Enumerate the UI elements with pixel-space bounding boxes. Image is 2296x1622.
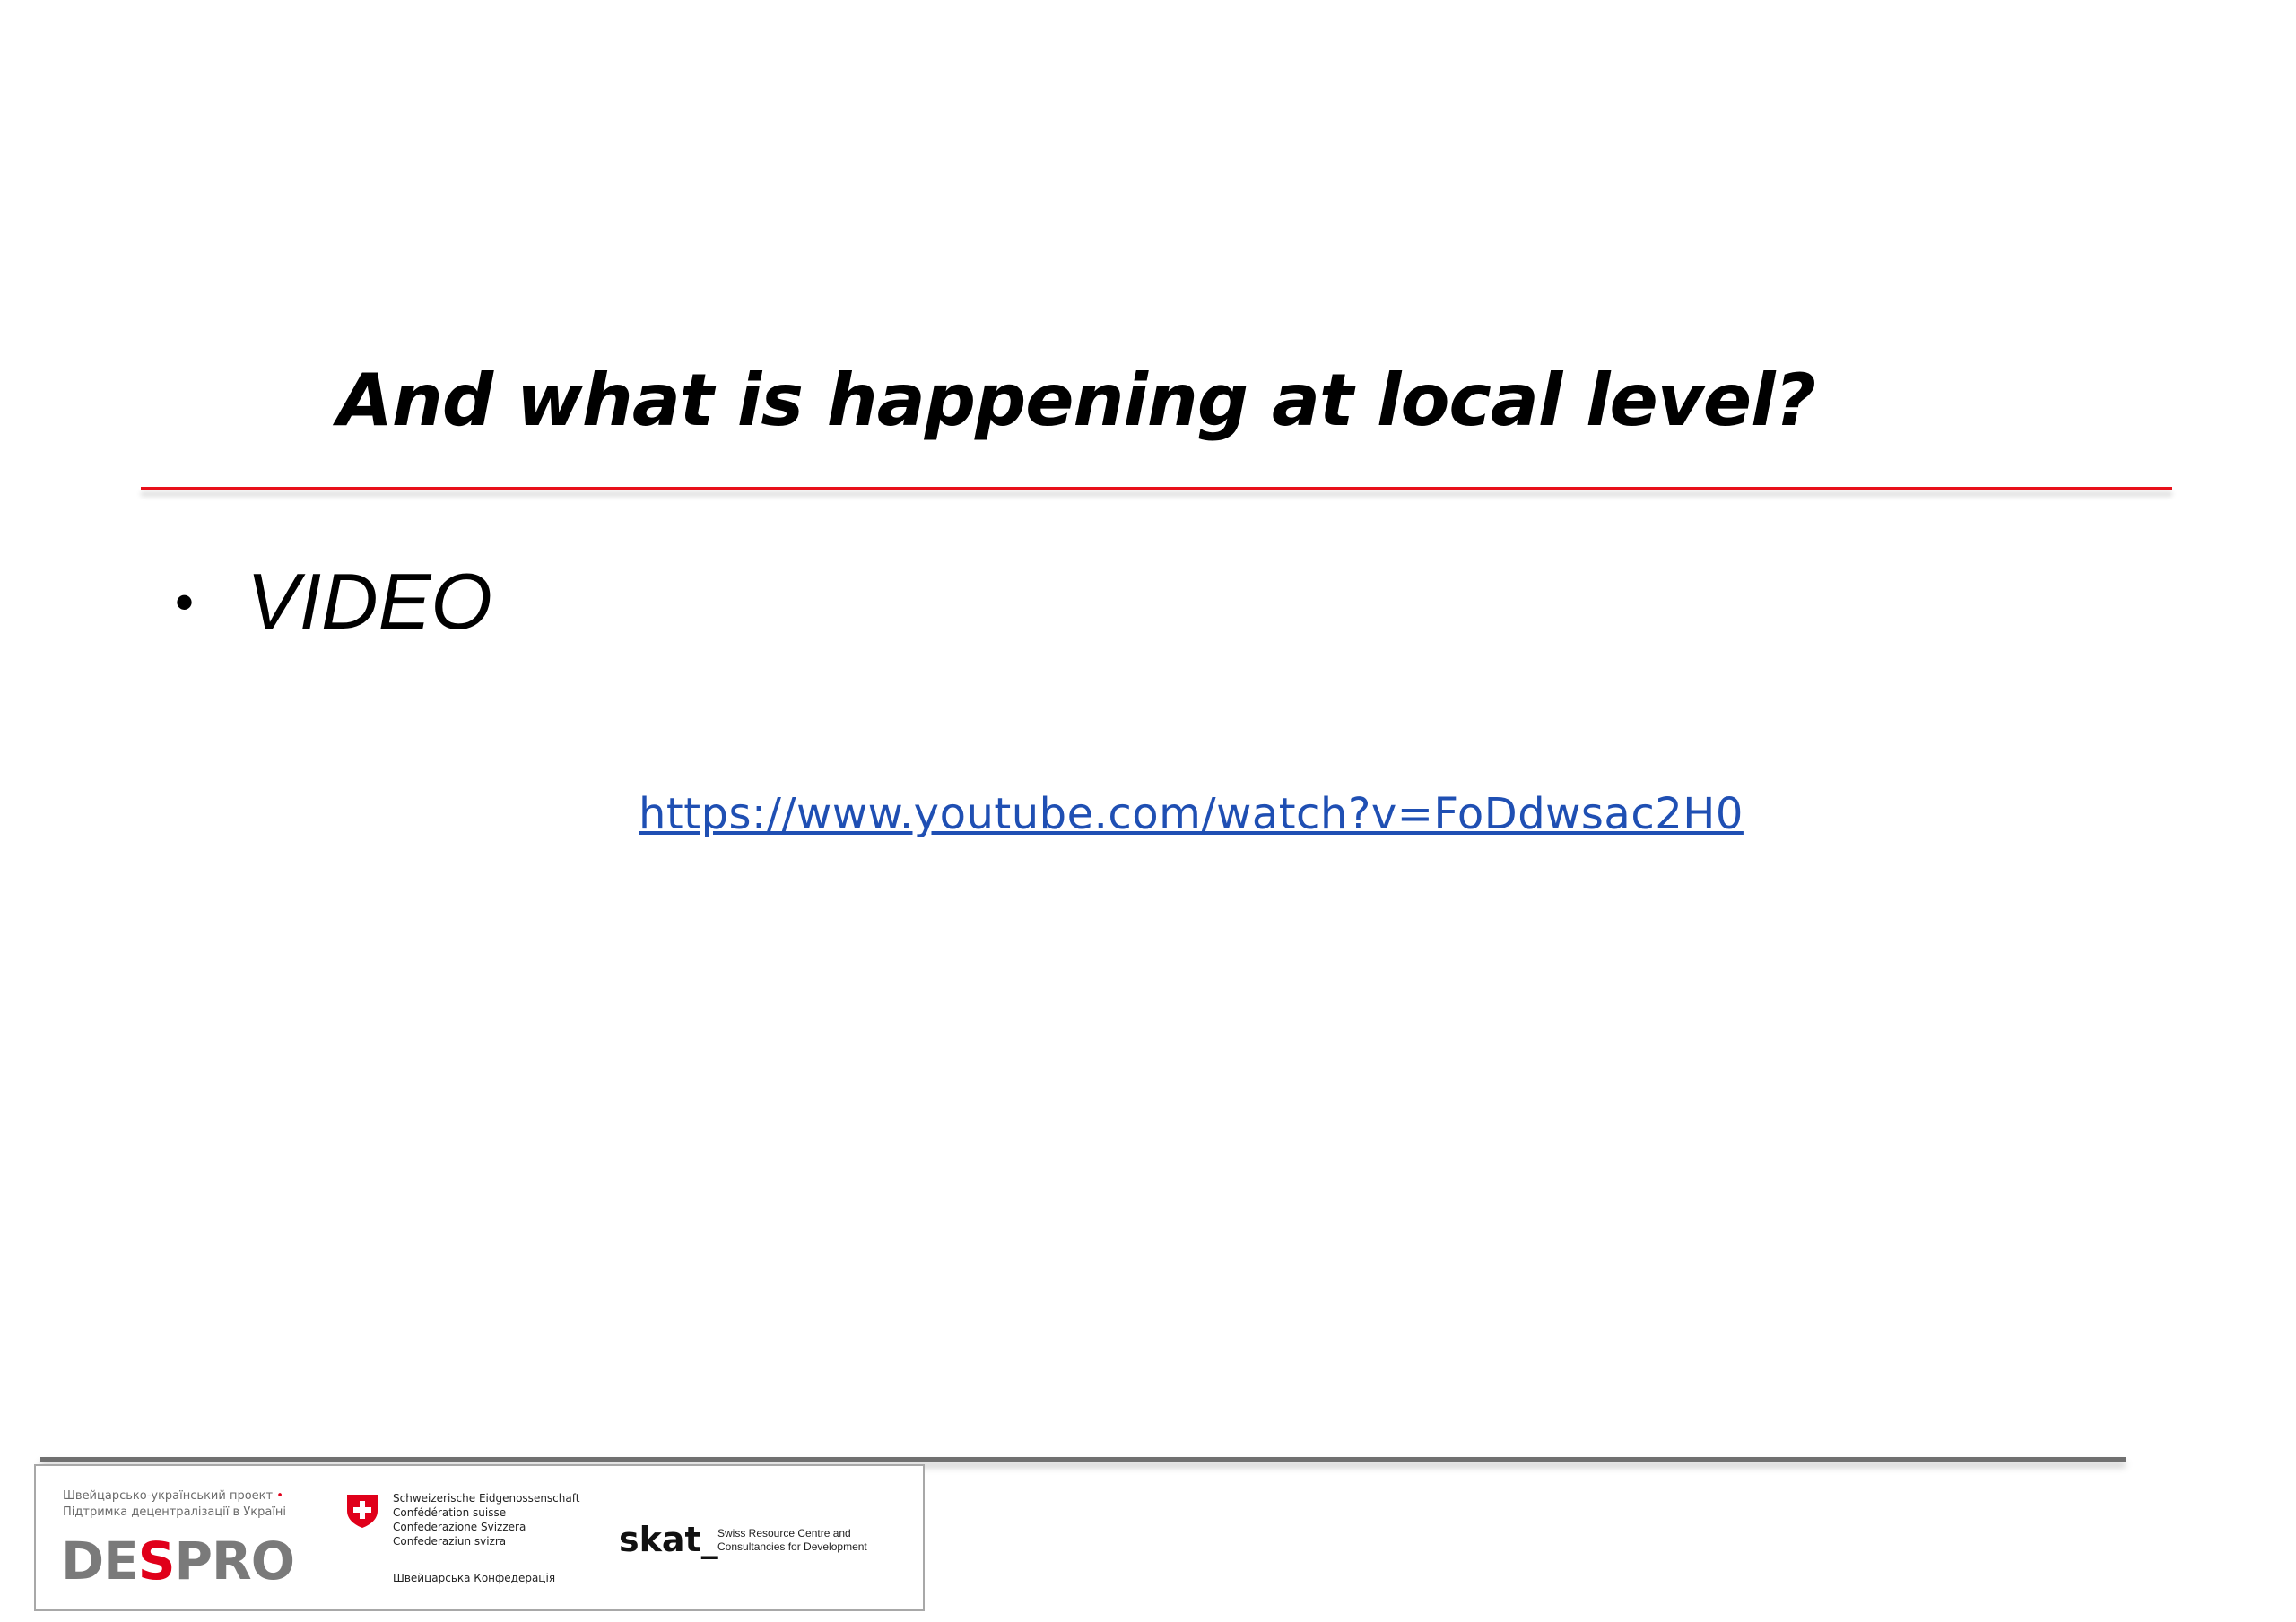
skat-description: Swiss Resource Centre and Consultancies … [718, 1527, 867, 1554]
skat-logo: skat_ [619, 1520, 718, 1559]
swiss-name-it: Confederazione Svizzera [393, 1521, 526, 1533]
skat-desc-line2: Consultancies for Development [718, 1540, 867, 1553]
slide-title: And what is happening at local level? [336, 359, 1816, 442]
despro-tagline-mark: • [276, 1489, 283, 1503]
partner-logos-banner: Швейцарсько-український проект • Підтрим… [34, 1464, 925, 1611]
title-divider [141, 487, 2172, 490]
despro-tagline-line1: Швейцарсько-український проект [63, 1489, 274, 1503]
despro-tagline-line2: Підтримка децентралізації в Україні [63, 1505, 287, 1519]
bullet-text: VIDEO [247, 557, 492, 646]
slide: And what is happening at local level? • … [0, 0, 2296, 1622]
despro-logo-s: S [137, 1531, 176, 1592]
despro-logo-prefix: DE [61, 1531, 139, 1592]
despro-logo-suffix: PRO [174, 1531, 295, 1592]
despro-tagline: Швейцарсько-український проект • Підтрим… [63, 1488, 286, 1521]
swiss-name-rm: Confederaziun svizra [393, 1535, 507, 1548]
swiss-name-de: Schweizerische Eidgenossenschaft [393, 1492, 580, 1505]
video-link[interactable]: https://www.youtube.com/watch?v=FoDdwsac… [639, 789, 1744, 839]
footer-divider [40, 1457, 2126, 1462]
skat-desc-line1: Swiss Resource Centre and [718, 1527, 851, 1540]
bullet-item: • VIDEO [175, 556, 492, 647]
despro-logo: DESPRO [61, 1531, 295, 1592]
bullet-marker: • [175, 571, 195, 632]
swiss-name-fr: Confédération suisse [393, 1506, 507, 1519]
swiss-name-ua: Швейцарська Конфедерація [393, 1572, 556, 1584]
swiss-coat-of-arms-icon [347, 1495, 378, 1528]
swiss-confederation-names: Schweizerische Eidgenossenschaft Confédé… [393, 1491, 579, 1548]
